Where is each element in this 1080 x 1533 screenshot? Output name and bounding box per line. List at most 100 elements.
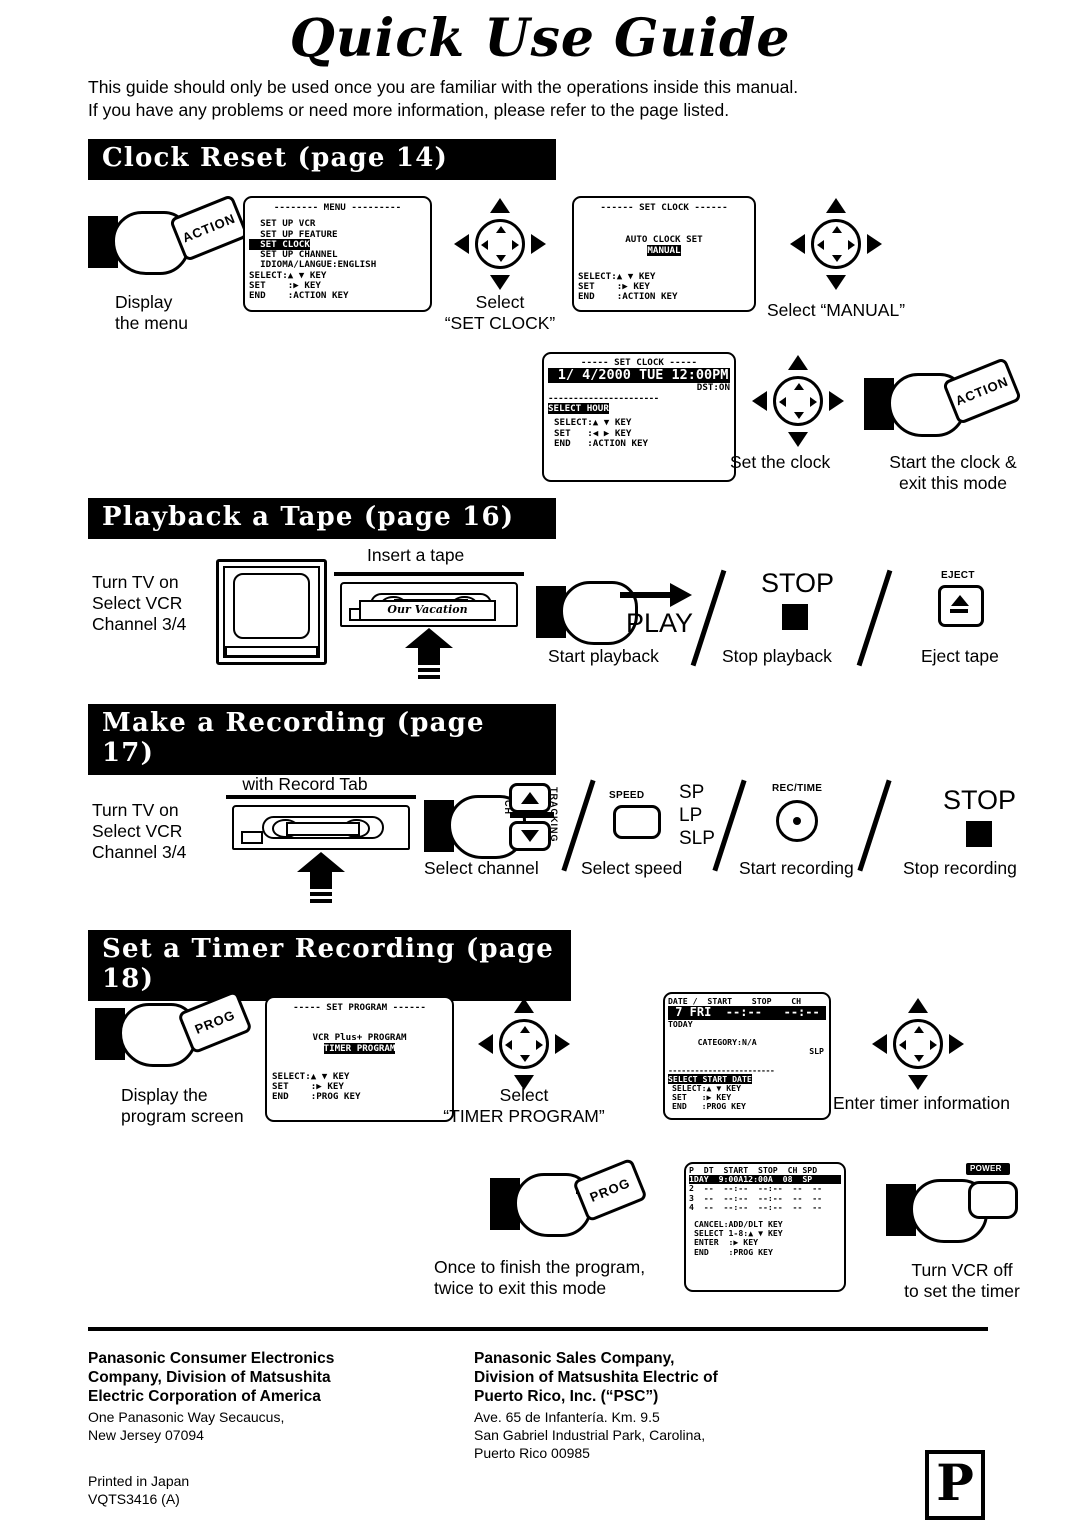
cursor-inner-left-icon bbox=[817, 240, 824, 250]
cursor-down-arrow-icon[interactable] bbox=[826, 275, 846, 290]
arrow-dash-1-icon bbox=[310, 892, 332, 896]
cassette-body-icon: Our Vacation bbox=[340, 582, 518, 627]
cursor-inner-down-icon bbox=[794, 412, 804, 419]
caption-insert-record-tab: Insert a tape with Record Tab bbox=[210, 753, 400, 795]
cursor-pad-select-manual[interactable] bbox=[790, 198, 882, 290]
cursor-up-arrow-icon[interactable] bbox=[514, 998, 534, 1013]
caption-select-setclock-line2: “SET CLOCK” bbox=[444, 313, 556, 333]
eject-button[interactable] bbox=[938, 585, 984, 627]
cursor-inner-right-icon bbox=[536, 1040, 543, 1050]
caption-insert-record-tab-line1: Insert a tape bbox=[256, 753, 354, 773]
caption-select-channel: Select channel bbox=[424, 858, 539, 878]
eject-bar-icon bbox=[950, 609, 968, 613]
intro-text: This guide should only be used once you … bbox=[88, 76, 988, 122]
cursor-inner-down-icon bbox=[832, 255, 842, 262]
cursor-up-arrow-icon[interactable] bbox=[826, 198, 846, 213]
cursor-inner-right-icon bbox=[810, 397, 817, 407]
cursor-right-arrow-icon[interactable] bbox=[531, 234, 546, 254]
osd-setclock-item-1: MANUAL bbox=[578, 244, 750, 256]
cursor-pad-enter-timer-info[interactable] bbox=[872, 998, 964, 1090]
caption-eject-tape: Eject tape bbox=[921, 646, 999, 666]
cursor-pad-set-clock[interactable] bbox=[752, 355, 844, 447]
channel-up-button[interactable] bbox=[509, 783, 551, 813]
cursor-up-arrow-icon[interactable] bbox=[908, 998, 928, 1013]
caption-playback-tv-line1: Turn TV on bbox=[92, 572, 179, 592]
tracking-label: TRACKING bbox=[549, 787, 559, 843]
separator-slash-2 bbox=[856, 569, 893, 667]
cursor-inner-down-icon bbox=[496, 255, 506, 262]
cursor-up-arrow-icon[interactable] bbox=[788, 355, 808, 370]
cursor-left-arrow-icon[interactable] bbox=[478, 1034, 493, 1054]
cursor-inner-up-icon bbox=[496, 226, 506, 233]
footer-print-info: Printed in Japan VQTS3416 (A) bbox=[88, 1472, 189, 1508]
footer-right-bold-line1: Panasonic Sales Company, bbox=[474, 1350, 675, 1367]
section-banner-timer: Set a Timer Recording (page 18) bbox=[88, 930, 571, 1001]
cursor-down-arrow-icon[interactable] bbox=[788, 432, 808, 447]
arrow-dash-2-icon bbox=[418, 675, 440, 679]
osd-program-list-key-3: END :PROG KEY bbox=[694, 1246, 773, 1257]
power-button[interactable] bbox=[968, 1181, 1018, 1219]
footer-printed-line1: Printed in Japan bbox=[88, 1473, 190, 1489]
cursor-inner-left-icon bbox=[779, 397, 786, 407]
cursor-inner-right-icon bbox=[512, 240, 519, 250]
intro-line-1: This guide should only be used once you … bbox=[88, 77, 799, 97]
cassette-slot-icon bbox=[334, 572, 524, 576]
stop-square-icon[interactable] bbox=[782, 604, 808, 630]
cursor-right-arrow-icon[interactable] bbox=[829, 391, 844, 411]
caption-display-program-screen: Display the program screen bbox=[121, 1085, 244, 1127]
eject-triangle-icon bbox=[951, 595, 969, 606]
caption-start-clock-line2: exit this mode bbox=[899, 473, 1007, 493]
osd-clockset-prompt-highlight: SELECT HOUR bbox=[548, 403, 609, 414]
cursor-right-arrow-icon[interactable] bbox=[867, 234, 882, 254]
speed-option-lp: LP bbox=[679, 805, 703, 826]
region-mark-badge: P bbox=[925, 1450, 985, 1520]
caption-finish-line1: Once to finish the program, bbox=[434, 1257, 646, 1277]
cursor-up-arrow-icon[interactable] bbox=[490, 198, 510, 213]
footer-left-address-line2: New Jersey 07094 bbox=[88, 1427, 204, 1443]
separator-slash-5 bbox=[857, 779, 892, 872]
caption-playback-tv-line2: Select VCR bbox=[92, 593, 183, 613]
caption-recording-tv-line2: Select VCR bbox=[92, 821, 183, 841]
separator-slash bbox=[690, 569, 727, 667]
cursor-left-arrow-icon[interactable] bbox=[790, 234, 805, 254]
play-button-label[interactable]: PLAY bbox=[626, 608, 693, 639]
cursor-inner-up-icon bbox=[914, 1026, 924, 1033]
power-button-label: POWER bbox=[970, 1164, 1002, 1173]
stop-record-label[interactable]: STOP bbox=[943, 785, 1016, 816]
caption-recording-tv-line3: Channel 3/4 bbox=[92, 842, 187, 862]
television-icon bbox=[216, 559, 327, 665]
footer-right-address-line3: Puerto Rico 00985 bbox=[474, 1445, 590, 1461]
stop-button-label[interactable]: STOP bbox=[761, 568, 834, 599]
arrow-head-icon bbox=[670, 583, 692, 607]
page-title: Quick Use Guide bbox=[289, 8, 791, 69]
cursor-inner-left-icon bbox=[899, 1040, 906, 1050]
rec-time-button[interactable] bbox=[776, 800, 818, 842]
cursor-pad-select-timer-program[interactable] bbox=[478, 998, 570, 1090]
speed-button[interactable] bbox=[613, 805, 661, 839]
caption-finish-line2: twice to exit this mode bbox=[434, 1278, 607, 1298]
cursor-pad-select-setclock[interactable] bbox=[454, 198, 546, 290]
prog-key-label-2: PROG bbox=[587, 1175, 633, 1205]
osd-clockset-prompt: SELECT HOUR bbox=[548, 403, 730, 414]
channel-down-button[interactable] bbox=[509, 821, 551, 851]
caption-select-timer-line2: “TIMER PROGRAM” bbox=[443, 1106, 605, 1126]
cursor-down-arrow-icon[interactable] bbox=[490, 275, 510, 290]
cursor-right-arrow-icon[interactable] bbox=[555, 1034, 570, 1054]
channel-up-arrow-icon bbox=[521, 792, 539, 804]
cursor-left-arrow-icon[interactable] bbox=[752, 391, 767, 411]
osd-setprogram-header: ----- SET PROGRAM ------ bbox=[293, 1002, 426, 1013]
cursor-right-arrow-icon[interactable] bbox=[949, 1034, 964, 1054]
stop-record-square-icon[interactable] bbox=[966, 821, 992, 847]
footer-left-bold-line2: Company, Division of Matsushita bbox=[88, 1369, 331, 1386]
channel-down-arrow-icon bbox=[521, 830, 539, 842]
cursor-left-arrow-icon[interactable] bbox=[454, 234, 469, 254]
caption-select-speed: Select speed bbox=[581, 858, 683, 878]
channel-label: CH bbox=[503, 800, 513, 815]
action-key-label-2: ACTION bbox=[953, 373, 1011, 409]
osd-timer-entry-row: 7 FRI --:-- --:-- -- bbox=[668, 1005, 826, 1020]
caption-recording-tv-line1: Turn TV on bbox=[92, 800, 179, 820]
caption-start-recording: Start recording bbox=[739, 858, 854, 878]
cursor-left-arrow-icon[interactable] bbox=[872, 1034, 887, 1054]
osd-timer-entry-category: CATEGORY:N/A bbox=[697, 1037, 757, 1047]
cursor-down-arrow-icon[interactable] bbox=[908, 1075, 928, 1090]
